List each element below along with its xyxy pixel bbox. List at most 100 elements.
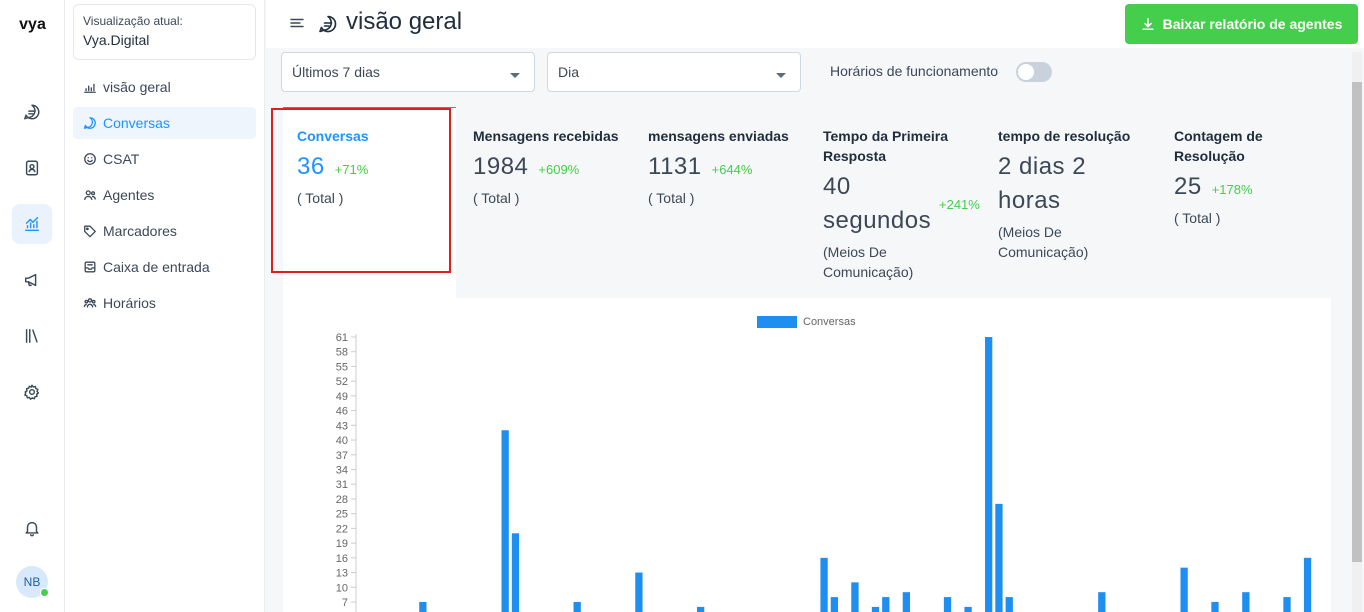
page-scrollbar[interactable] bbox=[1352, 52, 1362, 612]
y-tick-label: 16 bbox=[336, 553, 348, 565]
sidebar-item-label: Agentes bbox=[103, 187, 155, 203]
metric-card-resolution-time[interactable]: tempo de resolução 2 dias 2 horas (Meios… bbox=[998, 108, 1148, 272]
campaign-icon bbox=[24, 273, 37, 287]
metric-value: 40 segundos bbox=[823, 173, 932, 234]
contacts-nav-button[interactable] bbox=[12, 148, 52, 188]
y-tick-label: 7 bbox=[342, 597, 348, 609]
y-tick-label: 22 bbox=[336, 523, 348, 535]
people-icon bbox=[84, 190, 96, 201]
business-hours-label: Horários de funcionamento bbox=[830, 63, 999, 79]
scrollbar-thumb[interactable] bbox=[1352, 82, 1362, 562]
metric-change: +609% bbox=[538, 162, 580, 177]
menu-toggle-icon[interactable] bbox=[290, 16, 304, 30]
metric-card-messages-received[interactable]: Mensagens recebidas 1984 +609% ( Total ) bbox=[473, 108, 623, 272]
chart-bar bbox=[851, 582, 859, 612]
metric-note: ( Total ) bbox=[648, 190, 695, 206]
y-tick-label: 34 bbox=[336, 465, 348, 477]
download-agents-report-button[interactable]: Baixar relatório de agentes bbox=[1125, 4, 1358, 44]
download-icon bbox=[1142, 17, 1154, 31]
metric-value-row: 1984 +609% bbox=[473, 150, 623, 184]
chart-bar bbox=[882, 597, 890, 612]
toggle-knob bbox=[1018, 64, 1034, 80]
metric-note: ( Total ) bbox=[473, 190, 520, 206]
metric-note: ( Total ) bbox=[1174, 210, 1221, 226]
chart-icon bbox=[84, 83, 96, 93]
y-tick-label: 37 bbox=[336, 450, 348, 462]
date-range-select[interactable]: Últimos 7 dias bbox=[281, 52, 535, 92]
grouping-select[interactable]: Dia bbox=[547, 52, 801, 92]
metric-value: 2 dias 2 horas bbox=[998, 153, 1087, 214]
metric-change: +178% bbox=[1211, 182, 1253, 197]
account-name: Vya.Digital bbox=[83, 32, 150, 48]
conversations-nav-button[interactable] bbox=[12, 92, 52, 132]
chart-bar bbox=[1005, 597, 1013, 612]
gear-icon bbox=[24, 384, 40, 400]
campaigns-nav-button[interactable] bbox=[12, 260, 52, 300]
sidebar-item-business-hours[interactable]: Horários bbox=[73, 287, 256, 319]
reports-sidebar: Visualização atual: Vya.Digital visão ge… bbox=[65, 0, 265, 612]
chart-bar bbox=[419, 602, 427, 612]
legend-label: Conversas bbox=[803, 316, 856, 328]
metric-value-row: 1131 +644% bbox=[648, 150, 813, 184]
reports-icon bbox=[24, 216, 40, 232]
account-switcher[interactable]: Visualização atual: Vya.Digital bbox=[73, 4, 256, 60]
sidebar-item-inbox[interactable]: Caixa de entrada bbox=[73, 251, 256, 283]
sidebar-item-agents[interactable]: Agentes bbox=[73, 179, 256, 211]
business-hours-toggle[interactable] bbox=[1016, 62, 1052, 82]
page-header: visão geral Baixar relatório de agentes bbox=[266, 0, 1364, 48]
contacts-icon bbox=[25, 160, 39, 176]
tag-icon bbox=[84, 225, 96, 238]
chevron-down-icon bbox=[510, 73, 520, 78]
sidebar-item-overview[interactable]: visão geral bbox=[73, 71, 256, 103]
chart-bar bbox=[964, 606, 972, 612]
metric-card-resolution-count[interactable]: Contagem de Resolução 25 +178% ( Total ) bbox=[1174, 108, 1324, 272]
chart-bar bbox=[902, 592, 911, 612]
smiley-icon bbox=[84, 153, 96, 165]
metric-value-row: 40 segundos +241% bbox=[823, 170, 985, 238]
account-caption: Visualização atual: bbox=[83, 14, 183, 28]
metric-note: (Meios De Comunicação) bbox=[998, 224, 1089, 260]
app-logo[interactable]: vya bbox=[0, 16, 65, 34]
chart-bar bbox=[1283, 597, 1291, 612]
chart-bar bbox=[820, 557, 828, 612]
selection-highlight bbox=[271, 108, 451, 273]
sidebar-item-label: Conversas bbox=[103, 115, 170, 131]
y-tick-label: 10 bbox=[336, 582, 348, 594]
chart-bar bbox=[501, 430, 509, 612]
sidebar-item-csat[interactable]: CSAT bbox=[73, 143, 256, 175]
metric-value: 1984 bbox=[473, 153, 529, 180]
chat-icon bbox=[319, 15, 337, 33]
download-button-label: Baixar relatório de agentes bbox=[1162, 16, 1343, 32]
bell-icon bbox=[25, 521, 39, 537]
metric-value: 1131 bbox=[648, 153, 702, 180]
y-tick-label: 49 bbox=[336, 391, 348, 403]
sidebar-item-conversations[interactable]: Conversas bbox=[73, 107, 256, 139]
metric-value: 25 bbox=[1174, 173, 1202, 200]
chart-bar bbox=[511, 533, 520, 612]
sidebar-item-label: CSAT bbox=[103, 151, 140, 167]
reports-nav-button[interactable] bbox=[12, 204, 52, 244]
metric-heading: Contagem de Resolução bbox=[1174, 128, 1263, 164]
y-tick-label: 40 bbox=[336, 435, 348, 447]
icon-rail: vya NB bbox=[0, 0, 65, 612]
chart-bar bbox=[1211, 602, 1219, 612]
sidebar-item-labels[interactable]: Marcadores bbox=[73, 215, 256, 247]
conversations-bar-chart: Conversas 7 10 13 16 19 22 25 28 31 34 37 40 43 46 49 52… bbox=[336, 316, 1312, 612]
library-nav-button[interactable] bbox=[12, 316, 52, 356]
settings-nav-button[interactable] bbox=[12, 372, 52, 412]
metric-note: (Meios De Comunicação) bbox=[823, 244, 914, 280]
metric-value-row: 25 +178% bbox=[1174, 170, 1324, 204]
metric-card-first-response-time[interactable]: Tempo da Primeira Resposta 40 segundos +… bbox=[823, 108, 985, 280]
notifications-button[interactable] bbox=[12, 508, 52, 548]
chart-bar bbox=[830, 597, 838, 612]
metric-value-row: 2 dias 2 horas bbox=[998, 150, 1148, 218]
chart-bar bbox=[943, 597, 952, 612]
library-icon bbox=[25, 328, 38, 344]
metric-heading: tempo de resolução bbox=[998, 128, 1131, 144]
y-tick-label: 43 bbox=[336, 420, 348, 432]
metric-heading: mensagens enviadas bbox=[648, 128, 789, 144]
metric-card-messages-sent[interactable]: mensagens enviadas 1131 +644% ( Total ) bbox=[648, 108, 813, 272]
metric-change: +644% bbox=[711, 162, 753, 177]
inbox-icon bbox=[84, 261, 96, 273]
date-range-value: Últimos 7 dias bbox=[292, 64, 380, 80]
